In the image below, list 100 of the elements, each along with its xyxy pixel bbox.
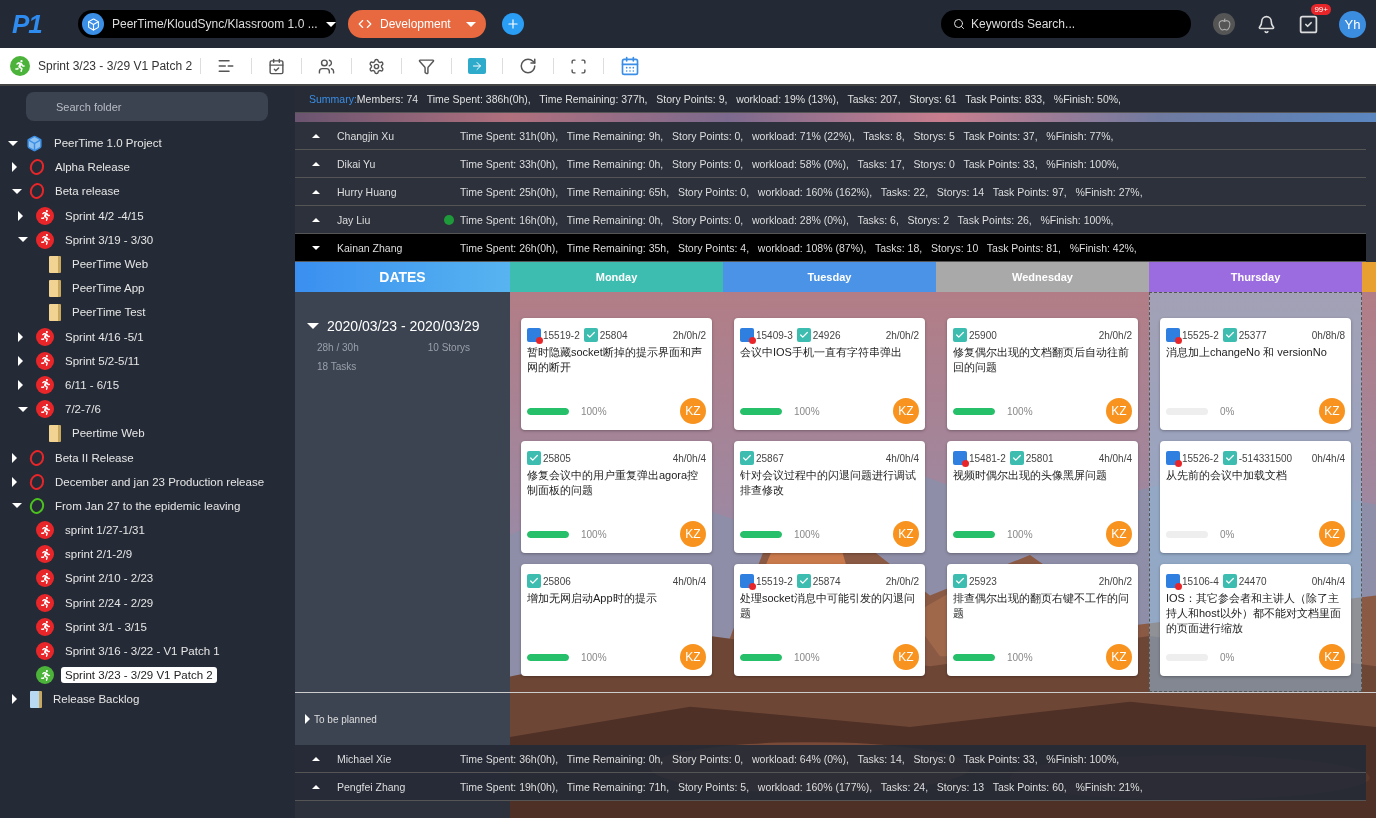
add-button[interactable] xyxy=(502,13,524,35)
tree-item[interactable]: December and jan 23 Production release xyxy=(51,473,269,490)
assignee-avatar: KZ xyxy=(1319,398,1345,424)
caret-icon[interactable] xyxy=(12,162,17,173)
caret-icon xyxy=(325,21,336,27)
task-card[interactable]: 25805 4h/0h/4 修复会议中的用户重复弹出agora控制面板的问题 100% KZ xyxy=(521,441,712,553)
tree-item[interactable]: Beta release xyxy=(51,183,124,200)
caret-icon[interactable] xyxy=(312,133,320,138)
settings-icon[interactable] xyxy=(368,57,386,75)
apple-icon[interactable] xyxy=(1213,13,1235,35)
tree-item[interactable]: Sprint 2/10 - 2/23 xyxy=(61,570,158,587)
tree-item[interactable]: Sprint 5/2-5/11 xyxy=(61,352,144,369)
task-card[interactable]: 15409-3 24926 2h/0h/2 会议中IOS手机一直有字符串弹出 100% KZ xyxy=(734,318,925,430)
caret-icon[interactable] xyxy=(18,406,28,412)
caret-icon[interactable] xyxy=(312,245,320,250)
caret-icon[interactable] xyxy=(305,714,310,724)
caret-icon[interactable] xyxy=(312,189,320,194)
caret-icon[interactable] xyxy=(12,694,17,705)
story-id: 15526-2 xyxy=(1182,452,1219,464)
tree-item[interactable]: Sprint 3/19 - 3/30 xyxy=(61,231,158,248)
day-header[interactable]: Thursday xyxy=(1149,262,1362,292)
tree-item[interactable]: Release Backlog xyxy=(49,691,144,708)
tree-item[interactable]: PeerTime Test xyxy=(68,304,150,321)
tree-item[interactable]: 6/11 - 6/15 xyxy=(61,376,124,393)
task-card[interactable]: 15525-2 25377 0h/8h/8 消息加上changeNo 和 versionNo 0% KZ xyxy=(1160,318,1351,430)
caret-icon[interactable] xyxy=(18,210,23,221)
member-row[interactable]: Michael Xie Time Spent: 36h(0h), Time Remaining: 0h, Story Points: 0, workload: 64% (0%), Tasks: 14, Storys: 0 Task Points: 33, %Finish: 100%, xyxy=(295,745,1366,773)
tree-item[interactable]: Sprint 3/16 - 3/22 - V1 Patch 1 xyxy=(61,643,224,660)
tree-item[interactable]: Sprint 3/23 - 3/29 V1 Patch 2 xyxy=(61,667,217,684)
caret-icon[interactable] xyxy=(18,331,23,342)
project-selector[interactable]: PeerTime/KloudSync/Klassroom 1.0 ... xyxy=(78,10,336,38)
card-title: 修复偶尔出现的文档翻页后自动往前回的问题 xyxy=(953,345,1130,375)
caret-icon[interactable] xyxy=(8,140,18,146)
task-id: 25377 xyxy=(1238,329,1267,341)
caret-icon[interactable] xyxy=(12,188,22,194)
bell-icon[interactable] xyxy=(1257,14,1276,34)
task-card[interactable]: 15106-4 24470 0h/4h/4 IOS：其它参会者和主讲人（除了主持人和host以外）都不能对文档里面的页面进行缩放 0% KZ xyxy=(1160,564,1351,676)
task-card[interactable]: 15481-2 25801 4h/0h/4 视频时偶尔出现的头像黑屏问题 100% KZ xyxy=(947,441,1138,553)
search-field[interactable]: Keywords Search... xyxy=(941,10,1191,38)
tree-item[interactable]: sprint 2/1-2/9 xyxy=(61,546,137,563)
progress-percent: 100% xyxy=(581,651,607,663)
task-card[interactable]: 15526-2 -514331500 0h/4h/4 从先前的会议中加载文档 0% KZ xyxy=(1160,441,1351,553)
card-title: 从先前的会议中加载文档 xyxy=(1166,468,1288,483)
to-be-planned[interactable]: To be planned xyxy=(314,713,377,725)
tree-item[interactable]: PeerTime Web xyxy=(68,256,153,273)
tree-item[interactable]: Peertime Web xyxy=(68,425,149,442)
member-stats: Time Spent: 33h(0h), Time Remaining: 0h, Story Points: 0, workload: 58% (0%), Tasks: 17, Storys: 0 Task Points: 33, %Finish: 100%, xyxy=(460,157,1121,170)
caret-icon[interactable] xyxy=(18,355,23,366)
tree-item[interactable]: From Jan 27 to the epidemic leaving xyxy=(51,497,245,514)
caret-icon[interactable] xyxy=(12,476,17,487)
caret-icon[interactable] xyxy=(312,756,320,761)
users-icon[interactable] xyxy=(318,57,336,75)
caret-icon[interactable] xyxy=(312,217,320,222)
story-icon xyxy=(953,451,967,465)
runner-icon xyxy=(10,56,30,76)
tree-item[interactable]: 7/2-7/6 xyxy=(61,401,105,418)
caret-icon[interactable] xyxy=(18,237,28,243)
fullscreen-icon[interactable] xyxy=(570,57,588,75)
caret-icon[interactable] xyxy=(12,503,22,509)
tree-item[interactable]: Alpha Release xyxy=(51,159,134,176)
tree-item[interactable]: sprint 1/27-1/31 xyxy=(61,522,149,539)
member-row[interactable]: Pengfei Zhang Time Spent: 19h(0h), Time Remaining: 71h, Story Points: 5, workload: 160% (177%), Tasks: 24, Storys: 13 Task Points: 60, %Finish: 21%, xyxy=(295,773,1366,801)
search-folder-field[interactable]: Search folder xyxy=(26,92,268,121)
story-id: 15481-2 xyxy=(969,452,1006,464)
refresh-icon[interactable] xyxy=(519,57,538,75)
caret-icon[interactable] xyxy=(307,323,319,329)
tree-item[interactable]: Sprint 3/1 - 3/15 xyxy=(61,618,151,635)
member-stats: Time Spent: 25h(0h), Time Remaining: 65h, Story Points: 0, workload: 160% (162%), Tasks: 22, Storys: 14 Task Points: 97, %Finish: 27%, xyxy=(460,185,1144,198)
tree-item[interactable]: Sprint 4/16 -5/1 xyxy=(61,328,148,345)
calendar-check-icon[interactable] xyxy=(268,57,286,75)
task-card[interactable]: 15519-2 25804 2h/0h/2 暂时隐藏socket断掉的提示界面和声网的断开 100% KZ xyxy=(521,318,712,430)
tree-item[interactable]: PeerTime 1.0 Project xyxy=(50,135,166,152)
task-card[interactable]: 25900 2h/0h/2 修复偶尔出现的文档翻页后自动往前回的问题 100% KZ xyxy=(947,318,1138,430)
calendar-icon[interactable] xyxy=(620,56,641,76)
tree-item[interactable]: Beta II Release xyxy=(51,449,138,466)
task-card[interactable]: 25806 4h/0h/4 增加无网启动App时的提示 100% KZ xyxy=(521,564,712,676)
member-stats: Time Spent: 26h(0h), Time Remaining: 35h, Story Points: 4, workload: 108% (87%), Tasks: 18, Storys: 10 Task Points: 81, %Finish: 42%, xyxy=(460,241,1138,254)
logo[interactable]: P1 xyxy=(12,8,78,40)
task-card[interactable]: 15519-2 25874 2h/0h/2 处理socket消息中可能引发的闪退问题 100% KZ xyxy=(734,564,925,676)
tree-item[interactable]: Sprint 4/2 -4/15 xyxy=(61,207,148,224)
filter-icon[interactable] xyxy=(418,57,436,75)
tree-item[interactable]: Sprint 2/24 - 2/29 xyxy=(61,594,158,611)
caret-icon[interactable] xyxy=(312,161,320,166)
card-time: 2h/0h/2 xyxy=(1098,329,1132,341)
task-card[interactable]: 25867 4h/0h/4 针对会议过程中的闪退问题进行调试排查修改 100% KZ xyxy=(734,441,925,553)
caret-icon[interactable] xyxy=(12,452,17,463)
tasks-icon[interactable] xyxy=(1298,13,1319,35)
task-card[interactable]: 25923 2h/0h/2 排查偶尔出现的翻页右键不工作的问题 100% KZ xyxy=(947,564,1138,676)
story-id: 15519-2 xyxy=(756,575,793,587)
card-title: 修复会议中的用户重复弹出agora控制面板的问题 xyxy=(527,468,700,498)
card-time: 2h/0h/2 xyxy=(885,575,919,587)
member-row[interactable]: Kainan Zhang Time Spent: 26h(0h), Time Remaining: 35h, Story Points: 4, workload: 108% (87%), Tasks: 18, Storys: 10 Task Points: 81, %Finish: 42%, xyxy=(295,234,1366,262)
caret-icon[interactable] xyxy=(312,784,320,789)
card-time: 0h/8h/8 xyxy=(1311,329,1345,341)
tree-item[interactable]: PeerTime App xyxy=(68,280,149,297)
list-icon[interactable] xyxy=(217,57,236,75)
assignee-avatar: KZ xyxy=(680,644,706,670)
caret-icon[interactable] xyxy=(18,379,23,390)
member-name: Jay Liu xyxy=(337,213,372,226)
current-sprint[interactable]: Sprint 3/23 - 3/29 V1 Patch 2 xyxy=(38,59,193,73)
